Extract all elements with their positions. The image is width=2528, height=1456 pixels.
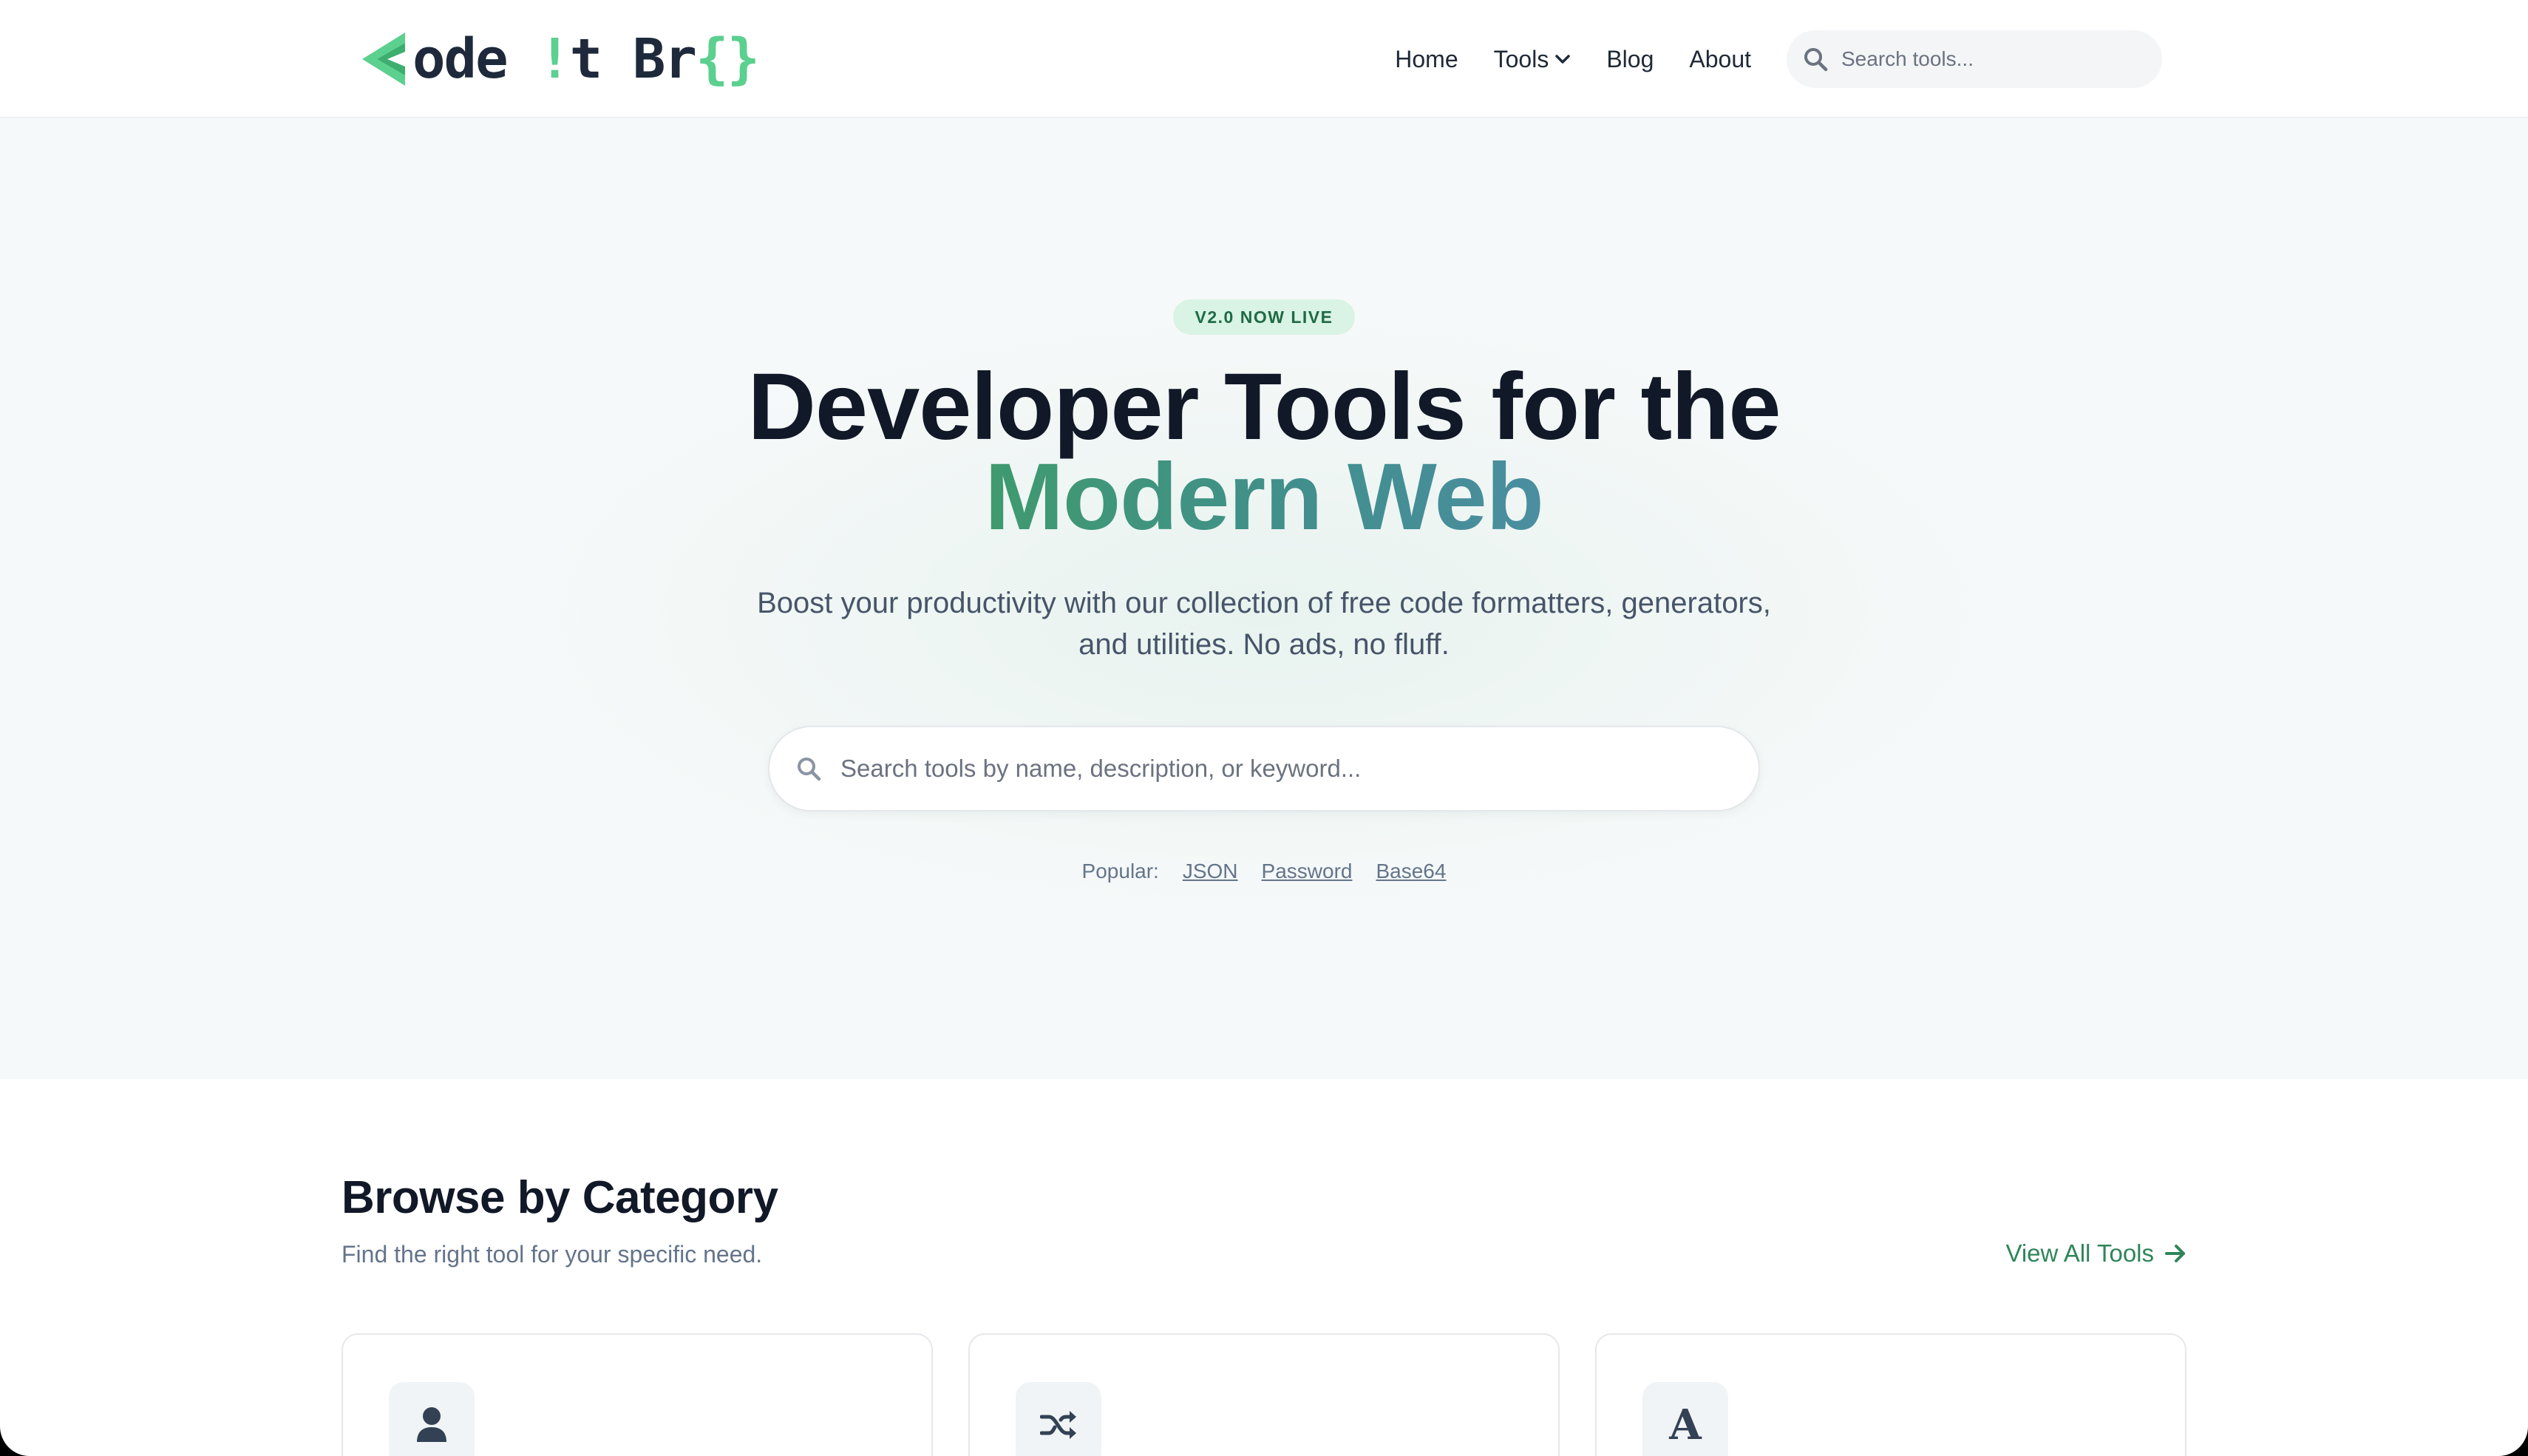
- section-title: Browse by Category: [342, 1172, 778, 1223]
- hero-section: V2.0 NOW LIVE Developer Tools for the Mo…: [0, 118, 2528, 1079]
- card-icon-box: [1016, 1382, 1101, 1456]
- card-icon-box: [389, 1382, 475, 1456]
- popular-link-base64[interactable]: Base64: [1376, 860, 1446, 883]
- categories-section: Browse by Category Find the right tool f…: [0, 1079, 2528, 1456]
- nav-tools[interactable]: Tools: [1494, 46, 1571, 73]
- font-icon: A: [1669, 1401, 1702, 1449]
- hero-subtitle: Boost your productivity with our collect…: [757, 587, 1771, 661]
- chevron-down-icon: [1555, 55, 1571, 64]
- logo-text: ode !t Br{}: [412, 27, 760, 91]
- site-header: ode !t Br{} Home Tools Blog About: [0, 0, 2528, 118]
- header-search-input[interactable]: [1841, 47, 2152, 71]
- nav-about[interactable]: About: [1689, 46, 1751, 73]
- popular-label: Popular:: [1081, 860, 1159, 882]
- hero-search-input[interactable]: [840, 755, 1727, 783]
- arrow-right-icon: [2165, 1245, 2185, 1262]
- window-corner-left: [0, 1397, 59, 1456]
- main-nav: Home Tools Blog About: [1395, 30, 2162, 89]
- category-card[interactable]: A: [1595, 1333, 2186, 1456]
- section-subtitle: Find the right tool for your specific ne…: [342, 1241, 763, 1268]
- user-icon: [417, 1407, 446, 1442]
- card-icon-box: A: [1642, 1382, 1728, 1456]
- popular-tags: Popular: JSON Password Base64: [0, 860, 2528, 883]
- category-card[interactable]: [342, 1333, 933, 1456]
- logo-chevron-icon: [362, 33, 405, 86]
- window-corner-right: [2469, 1397, 2528, 1456]
- popular-link-json[interactable]: JSON: [1183, 860, 1238, 883]
- category-card[interactable]: [968, 1333, 1560, 1456]
- header-search[interactable]: [1787, 30, 2162, 88]
- popular-link-password[interactable]: Password: [1262, 860, 1353, 883]
- search-icon: [798, 758, 821, 781]
- nav-home[interactable]: Home: [1395, 46, 1458, 73]
- search-icon: [1804, 48, 1828, 72]
- nav-blog[interactable]: Blog: [1606, 46, 1654, 73]
- hero-title-line2: Modern Web: [985, 444, 1544, 550]
- version-badge: V2.0 NOW LIVE: [1173, 299, 1355, 335]
- hero-search[interactable]: [768, 726, 1760, 812]
- site-logo[interactable]: ode !t Br{}: [361, 27, 760, 91]
- shuffle-icon: [1040, 1411, 1076, 1439]
- hero-title: Developer Tools for the Modern Web: [0, 360, 2528, 550]
- view-all-tools-link[interactable]: View All Tools: [2005, 1239, 2186, 1268]
